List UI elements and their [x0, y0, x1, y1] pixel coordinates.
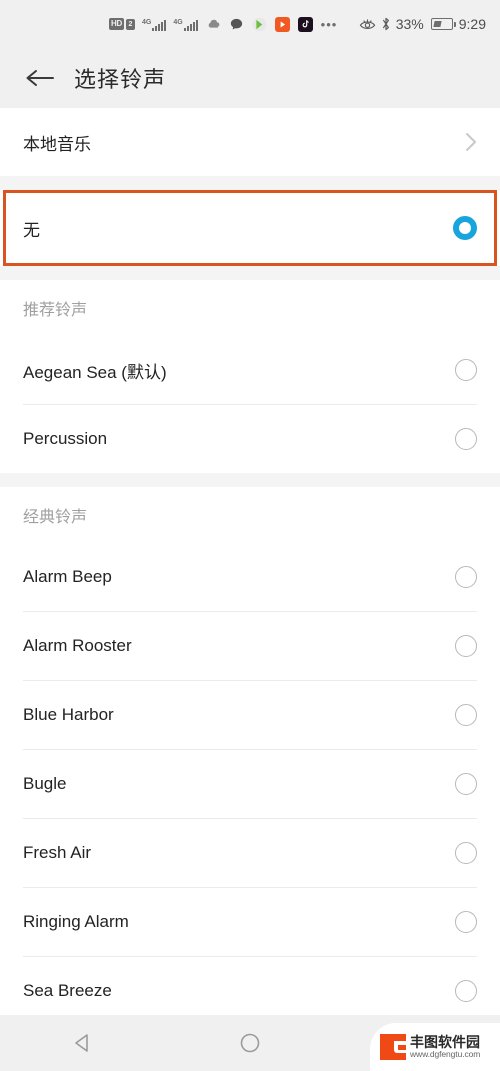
nav-back-triangle-icon[interactable]: [53, 1023, 113, 1063]
radio-button[interactable]: [455, 635, 477, 657]
row-label: Alarm Beep: [23, 567, 112, 586]
row-aegean-sea[interactable]: Aegean Sea (默认): [0, 336, 500, 404]
radio-button[interactable]: [455, 911, 477, 933]
radio-button-selected[interactable]: [453, 216, 477, 240]
radio-button[interactable]: [455, 428, 477, 450]
nav-home-circle-icon[interactable]: [220, 1023, 280, 1063]
tiktok-icon: [297, 16, 313, 32]
back-arrow-icon[interactable]: [22, 61, 56, 95]
radio-button[interactable]: [455, 704, 477, 726]
network-type-label-2: 4G: [173, 18, 183, 26]
network-type-label-1: 4G: [141, 18, 152, 26]
ringtone-list[interactable]: 本地音乐 无 推荐铃声 Aegean Sea (默认) Percussion 经…: [0, 108, 500, 1015]
row-label: Fresh Air: [23, 843, 92, 862]
row-percussion[interactable]: Percussion: [0, 405, 500, 473]
row-label: Ringing Alarm: [23, 912, 129, 931]
video-app-icon: [274, 16, 290, 32]
battery-icon: [430, 18, 456, 30]
row-alarm-rooster[interactable]: Alarm Rooster: [0, 612, 500, 680]
radio-button[interactable]: [455, 980, 477, 1002]
row-label: Blue Harbor: [23, 705, 114, 724]
row-label: 无: [23, 220, 40, 240]
section-gap: [0, 176, 500, 190]
status-bar-left: HD 2 4G 4G •••: [109, 16, 338, 32]
row-label: Aegean Sea (默认): [23, 362, 167, 382]
row-blue-harbor[interactable]: Blue Harbor: [0, 681, 500, 749]
row-label: Bugle: [23, 774, 67, 793]
row-none[interactable]: 无: [0, 190, 500, 266]
radio-button[interactable]: [455, 566, 477, 588]
signal-strength-1: 4G: [141, 18, 167, 31]
section-gap: [0, 473, 500, 487]
radio-button[interactable]: [455, 842, 477, 864]
row-ringing-alarm[interactable]: Ringing Alarm: [0, 888, 500, 956]
row-fresh-air[interactable]: Fresh Air: [0, 819, 500, 887]
selected-ringtone-highlight: 无: [0, 190, 500, 266]
row-alarm-beep[interactable]: Alarm Beep: [0, 543, 500, 611]
sim-card-icon: 2: [125, 18, 135, 30]
fengtu-logo-icon: [380, 1034, 406, 1060]
row-label: 本地音乐: [23, 134, 91, 154]
eye-comfort-icon: [359, 17, 376, 32]
message-icon: [229, 17, 244, 32]
clock-label: 9:29: [458, 16, 486, 32]
signal-bars-icon-2: [183, 18, 198, 31]
row-label: Percussion: [23, 429, 108, 448]
row-sea-breeze[interactable]: Sea Breeze: [0, 957, 500, 1015]
hd-call-icon: HD: [109, 18, 124, 30]
row-local-music[interactable]: 本地音乐: [0, 108, 500, 176]
radio-button[interactable]: [455, 359, 477, 381]
watermark-text: 丰图软件园 www.dgfengtu.com: [410, 1035, 480, 1059]
signal-strength-2: 4G: [173, 18, 198, 31]
section-header-recommended: 推荐铃声: [0, 280, 500, 336]
section-header-classic: 经典铃声: [0, 487, 500, 543]
row-label: Sea Breeze: [23, 981, 112, 1000]
watermark-site-name: 丰图软件园: [410, 1034, 480, 1051]
radio-button[interactable]: [455, 773, 477, 795]
battery-percent-label: 33%: [395, 16, 424, 32]
section-gap: [0, 266, 500, 280]
cloud-icon: [206, 17, 221, 32]
page-title: 选择铃声: [74, 67, 167, 92]
status-bar-right: 33% 9:29: [359, 16, 486, 32]
phone-screen: HD 2 4G 4G ••• 33% 9:29 选择铃声 本地音乐 无 推荐铃声…: [0, 0, 500, 1071]
row-bugle[interactable]: Bugle: [0, 750, 500, 818]
app-title-bar: 选择铃声: [0, 48, 500, 108]
play-store-icon: [252, 17, 267, 32]
row-label: Alarm Rooster: [23, 636, 132, 655]
site-watermark: 丰图软件园 www.dgfengtu.com: [370, 1023, 500, 1071]
status-bar: HD 2 4G 4G ••• 33% 9:29: [0, 0, 500, 48]
signal-bars-icon-1: [152, 18, 167, 31]
overflow-dots-icon: •••: [320, 16, 338, 32]
watermark-site-url: www.dgfengtu.com: [410, 1048, 481, 1059]
bluetooth-icon: [380, 16, 392, 32]
chevron-right-icon: [465, 132, 477, 152]
